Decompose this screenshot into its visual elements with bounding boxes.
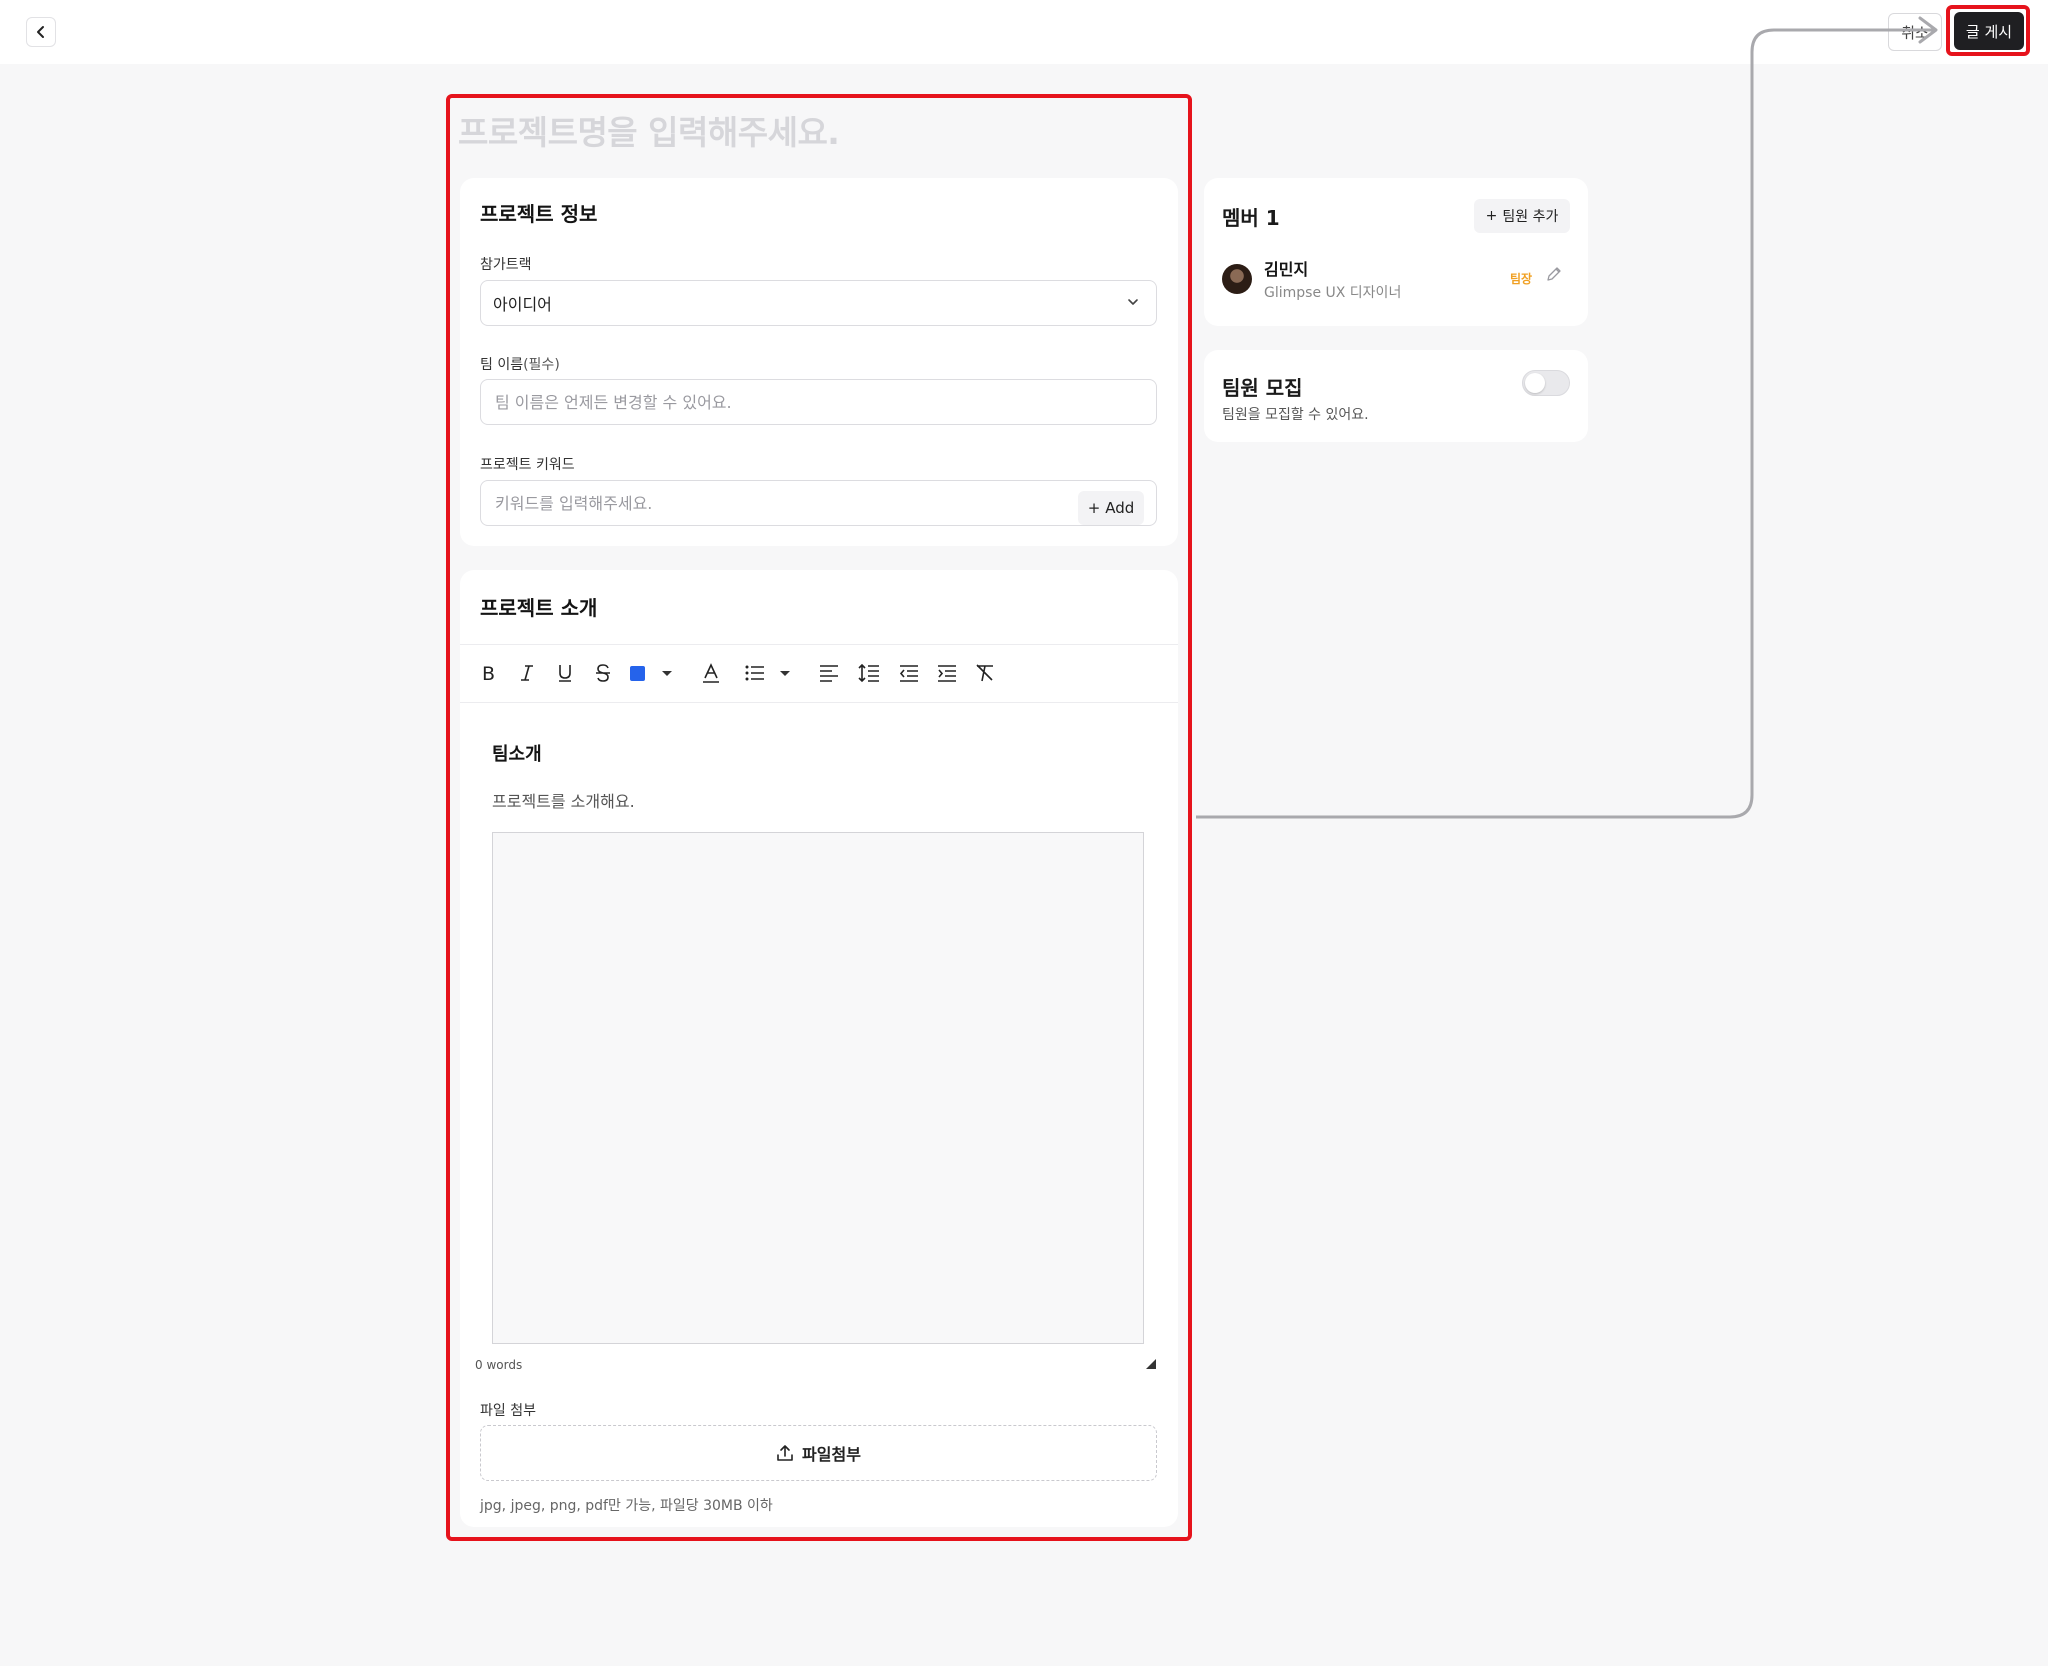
plus-icon: + — [1485, 208, 1498, 224]
members-title: 멤버 1 — [1222, 206, 1280, 230]
align-left-icon — [820, 665, 838, 682]
attach-file-button[interactable]: 파일첨부 — [480, 1425, 1157, 1481]
add-member-label: 팀원 추가 — [1502, 209, 1559, 225]
chevron-down-icon — [1128, 299, 1138, 305]
add-member-button[interactable]: + 팀원 추가 — [1474, 199, 1570, 233]
members-card: 멤버 1 + 팀원 추가 김민지 Glimpse UX 디자이너 팀장 — [1204, 178, 1588, 326]
keyword-input[interactable] — [480, 480, 1157, 526]
clear-format-icon — [976, 664, 993, 682]
line-height-icon — [858, 663, 879, 683]
team-name-label-text: 팀 이름 — [480, 357, 524, 373]
italic-button[interactable] — [512, 644, 542, 702]
leader-badge: 팀장 — [1510, 272, 1533, 286]
cancel-button[interactable]: 취소 — [1888, 13, 1942, 51]
track-select-value: 아이디어 — [493, 295, 552, 314]
bold-button[interactable]: B — [474, 644, 504, 702]
underline-button[interactable] — [550, 644, 580, 702]
project-intro-title: 프로젝트 소개 — [480, 596, 598, 620]
track-label: 참가트랙 — [480, 257, 532, 273]
attach-label: 파일 첨부 — [480, 1403, 536, 1419]
track-select[interactable]: 아이디어 — [480, 280, 1157, 326]
member-role: Glimpse UX 디자이너 — [1264, 285, 1402, 301]
post-button-highlight — [1946, 5, 2030, 56]
clear-format-button[interactable] — [970, 644, 1000, 702]
chevron-left-icon — [37, 26, 44, 38]
bullet-list-icon — [745, 665, 790, 681]
italic-icon — [521, 665, 533, 681]
indent-button[interactable] — [932, 644, 962, 702]
bold-icon: B — [482, 663, 495, 683]
line-height-button[interactable] — [854, 644, 884, 702]
avatar — [1222, 264, 1252, 294]
font-color-icon — [703, 663, 719, 683]
indent-icon — [938, 665, 956, 682]
resize-handle[interactable] — [1146, 1359, 1156, 1369]
word-count: 0 words — [475, 1358, 523, 1372]
add-keyword-label: Add — [1105, 499, 1135, 517]
strikethrough-button[interactable] — [588, 644, 618, 702]
outdent-icon — [899, 665, 918, 682]
editor-content-area[interactable] — [492, 832, 1144, 1344]
team-name-label: 팀 이름(필수) — [480, 354, 560, 374]
upload-icon — [777, 1445, 793, 1461]
recruit-card: 팀원 모집 팀원을 모집할 수 있어요. — [1204, 350, 1588, 442]
toggle-knob — [1525, 373, 1545, 393]
svg-text:B: B — [482, 663, 495, 683]
keyword-label: 프로젝트 키워드 — [480, 457, 575, 473]
intro-body-text[interactable]: 프로젝트를 소개해요. — [492, 788, 635, 812]
text-color-icon — [630, 666, 672, 681]
recruit-title: 팀원 모집 — [1222, 376, 1303, 400]
toolbar-divider-bottom — [460, 702, 1178, 703]
project-info-card: 프로젝트 정보 참가트랙 아이디어 팀 이름(필수) 프로젝트 키워드 +Add — [460, 178, 1178, 546]
attach-button-label: 파일첨부 — [802, 1445, 861, 1464]
recruit-description: 팀원을 모집할 수 있어요. — [1222, 407, 1369, 423]
underline-icon — [559, 665, 571, 682]
pencil-icon[interactable] — [1546, 266, 1562, 282]
project-intro-card: 프로젝트 소개 B 팀소개 프로젝트를 소개해요. 0 words 파일 첨부 … — [460, 570, 1178, 1527]
project-info-title: 프로젝트 정보 — [480, 202, 598, 226]
recruit-toggle[interactable] — [1522, 370, 1570, 396]
project-title-input[interactable]: 프로젝트명을 입력해주세요. — [458, 106, 840, 154]
team-name-input[interactable] — [480, 379, 1157, 425]
team-name-required: (필수) — [523, 357, 560, 373]
top-bar: 취소 글 게시 — [0, 0, 2048, 64]
outdent-button[interactable] — [894, 644, 924, 702]
intro-heading[interactable]: 팀소개 — [492, 740, 542, 766]
plus-icon: + — [1087, 499, 1101, 517]
back-button[interactable] — [26, 17, 56, 47]
font-color-button[interactable] — [696, 644, 726, 702]
editor-toolbar: B — [460, 644, 1178, 702]
attach-hint: jpg, jpeg, png, pdf만 가능, 파일당 30MB 이하 — [480, 1498, 773, 1514]
strikethrough-icon — [596, 664, 610, 682]
text-color-button[interactable] — [628, 644, 674, 702]
bullet-list-button[interactable] — [744, 644, 796, 702]
member-name: 김민지 — [1264, 260, 1309, 279]
add-keyword-button[interactable]: + Add — [1078, 491, 1144, 525]
align-left-button[interactable] — [814, 644, 844, 702]
